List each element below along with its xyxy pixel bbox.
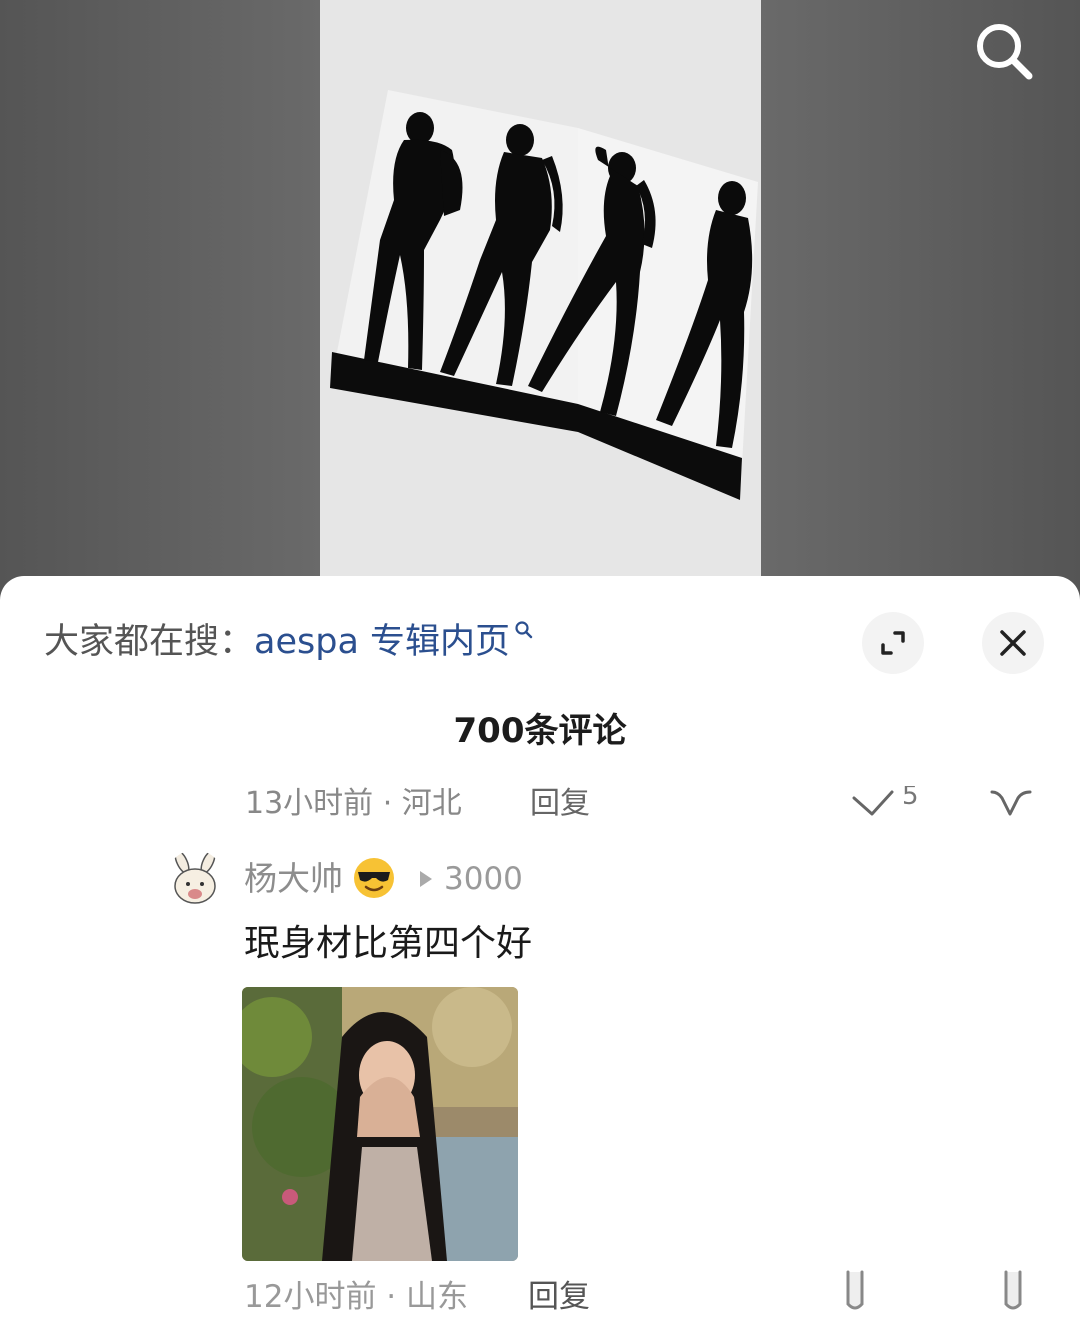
suggestion-prefix: 大家都在搜： bbox=[44, 622, 255, 662]
comment-text: 珉身材比第四个好 bbox=[244, 923, 533, 964]
expand-icon bbox=[881, 631, 905, 655]
video-player[interactable] bbox=[0, 0, 1080, 600]
suggestion-query-link[interactable]: aespa 专辑内页 bbox=[254, 622, 510, 662]
search-icon bbox=[977, 24, 1033, 80]
video-frame bbox=[320, 0, 761, 600]
close-button[interactable] bbox=[982, 612, 1044, 674]
search-button[interactable] bbox=[968, 16, 1040, 88]
previous-like-button[interactable]: 5 bbox=[850, 786, 919, 816]
thumb-up-icon bbox=[846, 1270, 864, 1310]
sunglasses-emoji-icon bbox=[354, 858, 394, 898]
expand-button[interactable] bbox=[862, 612, 924, 674]
close-icon bbox=[1000, 630, 1026, 656]
user-level-value: 3000 bbox=[444, 861, 523, 897]
play-icon bbox=[420, 871, 432, 887]
search-icon bbox=[515, 621, 533, 639]
comment-username[interactable]: 杨大帅 bbox=[244, 854, 343, 904]
thumb-up-icon bbox=[852, 790, 894, 816]
search-suggestion: 大家都在搜：aespa 专辑内页 bbox=[44, 614, 534, 670]
album-silhouette-image bbox=[320, 0, 761, 600]
avatar[interactable] bbox=[166, 850, 224, 908]
previous-comment-meta: 13小时前 · 河北 bbox=[245, 786, 462, 821]
previous-dislike-button[interactable] bbox=[988, 786, 1034, 820]
reply-button[interactable]: 回复 bbox=[528, 1272, 590, 1322]
previous-comment-footer: 13小时前 · 河北 回复 5 bbox=[0, 786, 1080, 826]
previous-like-count: 5 bbox=[902, 786, 919, 811]
comment-photo bbox=[242, 987, 518, 1261]
like-button[interactable] bbox=[840, 1268, 870, 1318]
comment-sheet: 大家都在搜：aespa 专辑内页 700条评论 13小时前 · 河北 回复 5 bbox=[0, 576, 1080, 1343]
dislike-button[interactable] bbox=[998, 1268, 1028, 1318]
thumb-down-icon bbox=[1004, 1270, 1022, 1310]
previous-reply-button[interactable]: 回复 bbox=[530, 786, 590, 822]
comment-count: 700条评论 bbox=[453, 711, 627, 751]
bunny-avatar-icon bbox=[166, 850, 224, 908]
user-level: 3000 bbox=[418, 854, 523, 904]
comment-meta: 12小时前 · 山东 bbox=[244, 1279, 469, 1315]
comment-image[interactable] bbox=[242, 987, 518, 1261]
thumb-down-icon bbox=[990, 790, 1032, 816]
